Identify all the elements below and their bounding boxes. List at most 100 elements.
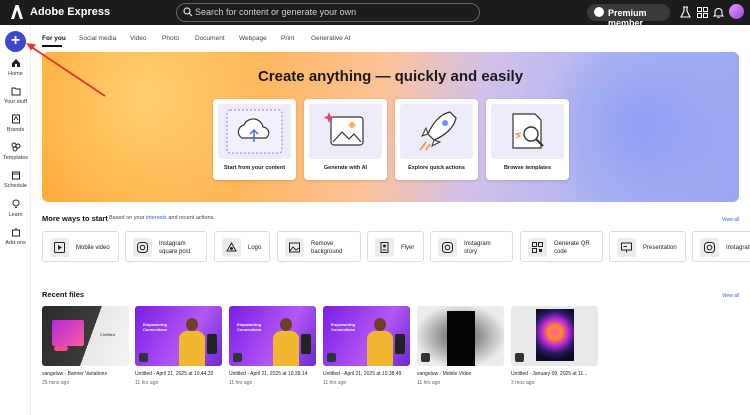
quick-action-instagram-story[interactable]: Instagram story bbox=[430, 231, 513, 262]
calendar-icon bbox=[11, 171, 20, 180]
thumb-person bbox=[179, 316, 205, 366]
interests-link[interactable]: interests bbox=[146, 215, 167, 221]
recent-file-thumbnail[interactable]: Empowering Connections bbox=[135, 306, 222, 366]
instagram-icon bbox=[704, 242, 715, 253]
quick-action-instagram-square-post[interactable]: Instagram square post bbox=[125, 231, 207, 262]
premium-member-button[interactable]: Premium member bbox=[587, 4, 670, 28]
tab-photo[interactable]: Photo bbox=[162, 35, 179, 42]
instagram-icon bbox=[137, 242, 148, 253]
hero-title: Create anything — quickly and easily bbox=[257, 68, 524, 85]
thumb-phone bbox=[301, 334, 311, 354]
subtitle-text: and recent actions. bbox=[168, 215, 215, 221]
rail-item-brands[interactable]: Brands bbox=[0, 114, 31, 133]
rail-item-home[interactable]: Home bbox=[0, 58, 31, 77]
recent-file-thumbnail[interactable]: Empowering Connections bbox=[323, 306, 410, 366]
card-label: Start from your content bbox=[223, 165, 286, 171]
rail-label: Add-ons bbox=[5, 240, 26, 246]
more-ways-view-all-link[interactable]: View all bbox=[722, 217, 739, 223]
quick-action-generate-qr-code[interactable]: Generate QR code bbox=[520, 231, 603, 262]
card-generate-with-ai[interactable]: Generate with AI bbox=[304, 99, 387, 180]
logo-icon bbox=[226, 242, 237, 252]
recent-file-name[interactable]: vangeluw - Mobile Video bbox=[417, 371, 471, 377]
tab-video[interactable]: Video bbox=[130, 35, 147, 42]
express-badge-icon bbox=[233, 353, 242, 362]
create-new-button[interactable]: + bbox=[5, 31, 26, 52]
quick-action-logo[interactable]: Logo bbox=[214, 231, 270, 262]
tab-print[interactable]: Print bbox=[281, 35, 294, 42]
quick-action-label: Instagram story bbox=[464, 241, 491, 255]
rail-item-templates[interactable]: Templates bbox=[0, 142, 31, 161]
quick-action-label: Generate QR code bbox=[554, 241, 590, 255]
recent-file-name[interactable]: Untitled - January 09, 2025 at 11... bbox=[511, 371, 587, 377]
more-ways-title: More ways to start bbox=[42, 214, 108, 223]
tab-generative-ai[interactable]: Generative AI bbox=[311, 35, 350, 42]
thumb-phone bbox=[207, 334, 217, 354]
recent-file-thumbnail[interactable] bbox=[511, 306, 598, 366]
qr-code-icon bbox=[532, 242, 543, 253]
quick-action-label: Flyer bbox=[401, 245, 415, 251]
express-badge-icon bbox=[515, 353, 524, 362]
card-browse-templates[interactable]: Browse templates bbox=[486, 99, 569, 180]
quick-action-label: Remove background bbox=[311, 241, 343, 255]
recent-file-name[interactable]: Untitled - April 21, 2025 at 10.38.49 bbox=[323, 371, 401, 377]
thumb-fireworks-art bbox=[536, 309, 574, 361]
user-avatar[interactable] bbox=[729, 4, 744, 19]
quick-action-presentation[interactable]: Presentation bbox=[609, 231, 686, 262]
card-label: Generate with AI bbox=[323, 165, 368, 171]
recent-files-view-all-link[interactable]: View all bbox=[722, 293, 739, 299]
rail-label: Schedule bbox=[4, 183, 27, 189]
flask-icon[interactable] bbox=[679, 6, 692, 19]
recent-file-date: 3 mos ago bbox=[511, 380, 535, 386]
recent-file-name[interactable]: Untitled - April 21, 2025 at 10.44.32 bbox=[135, 371, 213, 377]
quick-action-remove-background[interactable]: Remove background bbox=[277, 231, 361, 262]
rocket-icon bbox=[419, 111, 457, 151]
quick-action-mobile-video[interactable]: Mobile video bbox=[42, 231, 119, 262]
search-bar[interactable]: Search for content or generate your own bbox=[176, 3, 480, 22]
brand-name[interactable]: Adobe Express bbox=[30, 6, 110, 18]
premium-label: Premium member bbox=[608, 8, 647, 28]
quick-action-label: Instagram bbox=[726, 245, 750, 251]
instagram-icon bbox=[442, 242, 453, 253]
thumb-graphic bbox=[54, 346, 68, 351]
rail-item-learn[interactable]: Learn bbox=[0, 199, 31, 218]
tab-for-you[interactable]: For you bbox=[42, 35, 66, 42]
tab-social-media[interactable]: Social media bbox=[79, 35, 116, 42]
card-art bbox=[400, 104, 473, 159]
recent-file-thumbnail[interactable]: Chillified bbox=[42, 306, 129, 366]
premium-icon bbox=[594, 7, 604, 17]
search-icon bbox=[183, 7, 193, 17]
recent-file-thumbnail[interactable]: Empowering Connections bbox=[229, 306, 316, 366]
rail-item-add-ons[interactable]: Add-ons bbox=[0, 227, 31, 246]
tab-document[interactable]: Document bbox=[195, 35, 225, 42]
rail-item-your-stuff[interactable]: Your stuff bbox=[0, 86, 31, 105]
adobe-logo-icon[interactable] bbox=[11, 5, 23, 19]
thumb-text: Empowering Connections bbox=[237, 322, 262, 332]
apps-grid-icon[interactable] bbox=[696, 6, 709, 19]
notifications-bell-icon[interactable] bbox=[712, 6, 725, 19]
template-search-icon bbox=[512, 113, 544, 149]
recent-file-name[interactable]: vangeluw - Banner Variations bbox=[42, 371, 107, 377]
rail-label: Your stuff bbox=[4, 99, 27, 105]
brand-icon bbox=[11, 114, 20, 124]
recent-file-thumbnail[interactable] bbox=[417, 306, 504, 366]
quick-action-instagram[interactable]: Instagram bbox=[692, 231, 750, 262]
home-icon bbox=[11, 59, 20, 67]
card-art bbox=[491, 104, 564, 159]
recent-file-name[interactable]: Untitled - April 21, 2025 at 10.39.14 bbox=[229, 371, 307, 377]
thumb-person bbox=[273, 316, 299, 366]
top-bar: Adobe Express Search for content or gene… bbox=[0, 0, 750, 28]
quick-action-flyer[interactable]: Flyer bbox=[367, 231, 424, 262]
card-art bbox=[309, 104, 382, 159]
recent-files-title: Recent files bbox=[42, 290, 85, 299]
rail-item-schedule[interactable]: Schedule bbox=[0, 170, 31, 189]
templates-icon bbox=[11, 142, 20, 152]
card-label: Explore quick actions bbox=[408, 165, 465, 171]
quick-action-label: Logo bbox=[248, 245, 262, 251]
card-art bbox=[218, 104, 291, 159]
recent-file-date: 11 hrs ago bbox=[323, 380, 347, 386]
card-start-from-content[interactable]: Start from your content bbox=[213, 99, 296, 180]
rail-label: Brands bbox=[6, 127, 25, 133]
play-icon bbox=[54, 242, 65, 253]
tab-webpage[interactable]: Webpage bbox=[239, 35, 267, 42]
card-explore-quick-actions[interactable]: Explore quick actions bbox=[395, 99, 478, 180]
